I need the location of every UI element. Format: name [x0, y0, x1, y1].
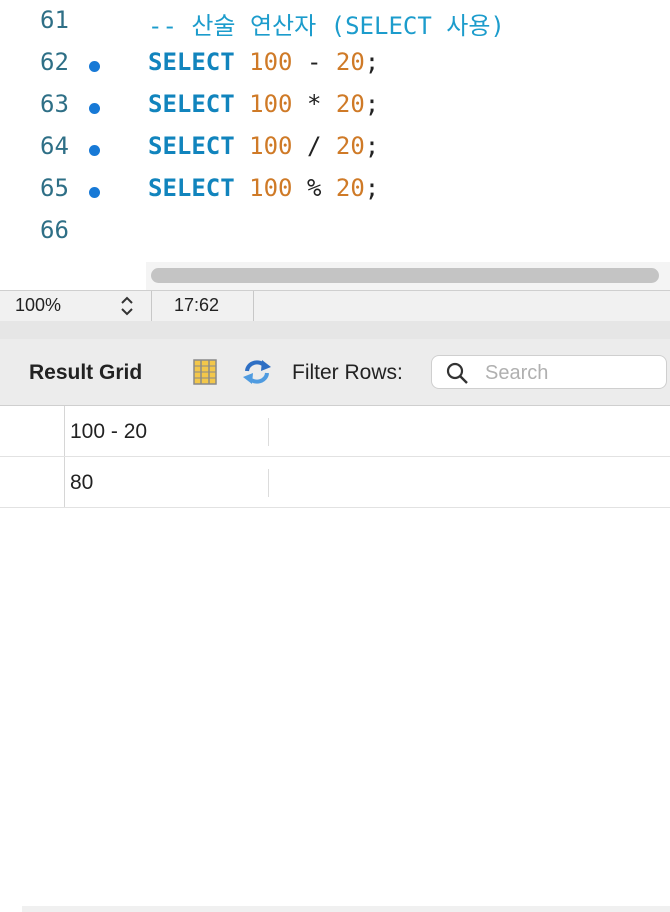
sql-semicolon: ;: [364, 90, 380, 118]
sql-semicolon: ;: [364, 174, 380, 202]
sql-keyword: SELECT: [148, 90, 235, 118]
code-text[interactable]: SELECT 100 % 20;: [148, 174, 379, 202]
sql-number: 20: [335, 132, 365, 160]
editor-status-bar: 100% 17:62: [0, 290, 670, 322]
refresh-icon[interactable]: [241, 358, 273, 386]
sql-number: 100: [249, 174, 293, 202]
editor-line-61[interactable]: 61 -- 산술 연산자 (SELECT 사용): [0, 0, 670, 42]
horizontal-scrollbar[interactable]: [146, 262, 670, 290]
line-number: 64: [40, 132, 69, 160]
code-text[interactable]: SELECT 100 - 20;: [148, 48, 379, 76]
column-divider[interactable]: [268, 469, 269, 497]
sql-editor[interactable]: 61 -- 산술 연산자 (SELECT 사용) 62 SELECT 100 -…: [0, 0, 670, 262]
column-divider[interactable]: [268, 418, 269, 446]
column-header[interactable]: 100 - 20: [70, 420, 147, 444]
line-number: 61: [40, 6, 69, 34]
line-number: 65: [40, 174, 69, 202]
line-number: 66: [40, 216, 69, 244]
grid-footer: [22, 906, 670, 912]
divider: [253, 291, 254, 321]
editor-line-65[interactable]: 65 SELECT 100 % 20;: [0, 168, 670, 210]
sql-number: 20: [335, 90, 365, 118]
cursor-position: 17:62: [174, 295, 220, 315]
line-number: 63: [40, 90, 69, 118]
panel-splitter[interactable]: [0, 321, 670, 339]
sql-number: 20: [335, 48, 365, 76]
sql-number: 100: [249, 132, 293, 160]
sql-keyword: SELECT: [148, 48, 235, 76]
sql-operator: %: [306, 174, 322, 202]
editor-line-64[interactable]: 64 SELECT 100 / 20;: [0, 126, 670, 168]
editor-line-63[interactable]: 63 SELECT 100 * 20;: [0, 84, 670, 126]
sql-keyword: SELECT: [148, 174, 235, 202]
filter-search-input[interactable]: Search: [431, 355, 667, 389]
sql-semicolon: ;: [364, 132, 380, 160]
sql-operator: *: [306, 90, 322, 118]
table-cell[interactable]: 80: [70, 471, 93, 495]
line-number: 62: [40, 48, 69, 76]
statement-marker-icon[interactable]: [89, 61, 100, 72]
sql-operator: /: [306, 132, 322, 160]
divider: [151, 291, 152, 321]
scrollbar-thumb[interactable]: [151, 268, 659, 283]
result-toolbar: Result Grid Filter Rows: Search: [0, 339, 670, 406]
search-placeholder: Search: [485, 362, 549, 384]
statement-marker-icon[interactable]: [89, 145, 100, 156]
filter-rows-label: Filter Rows:: [292, 361, 403, 384]
statement-marker-icon[interactable]: [89, 103, 100, 114]
result-grid-label[interactable]: Result Grid: [29, 361, 142, 385]
sql-semicolon: ;: [364, 48, 380, 76]
statement-marker-icon[interactable]: [89, 187, 100, 198]
table-header-row[interactable]: 100 - 20: [0, 406, 670, 457]
zoom-stepper-icon[interactable]: [117, 293, 137, 319]
sql-keyword: SELECT: [148, 132, 235, 160]
zoom-level[interactable]: 100%: [15, 295, 61, 316]
grid-view-icon[interactable]: [192, 358, 218, 386]
row-header[interactable]: [0, 406, 65, 456]
row-header[interactable]: [0, 457, 65, 507]
code-text[interactable]: SELECT 100 * 20;: [148, 90, 379, 118]
result-grid[interactable]: 100 - 20 80: [0, 406, 670, 912]
sql-number: 20: [335, 174, 365, 202]
code-text[interactable]: -- 산술 연산자 (SELECT 사용): [148, 6, 505, 41]
sql-operator: -: [306, 48, 322, 76]
table-row[interactable]: 80: [0, 457, 670, 508]
sql-number: 100: [249, 90, 293, 118]
sql-comment: -- 산술 연산자 (SELECT 사용): [148, 12, 505, 40]
editor-line-66[interactable]: 66: [0, 210, 670, 252]
search-icon: [446, 362, 468, 384]
code-text[interactable]: SELECT 100 / 20;: [148, 132, 379, 160]
editor-line-62[interactable]: 62 SELECT 100 - 20;: [0, 42, 670, 84]
sql-number: 100: [249, 48, 293, 76]
